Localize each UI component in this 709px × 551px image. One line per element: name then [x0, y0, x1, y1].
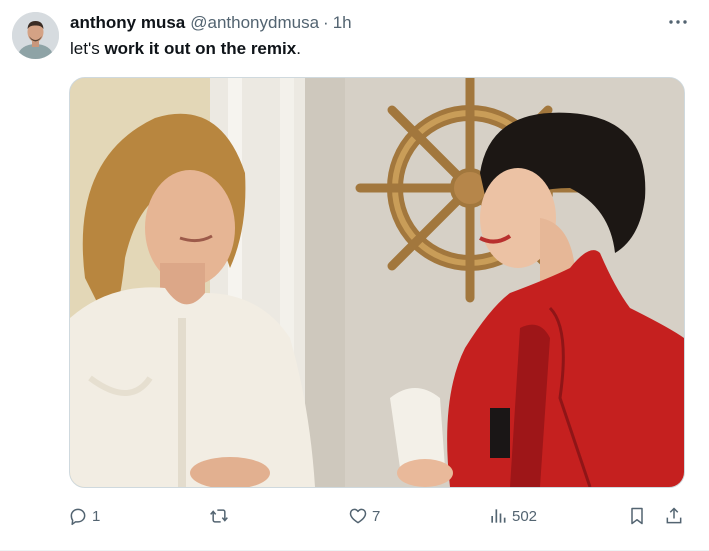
- photo-scene: [70, 78, 684, 487]
- share-icon: [664, 506, 684, 526]
- more-button[interactable]: [665, 12, 691, 32]
- reply-button[interactable]: 1: [68, 504, 100, 528]
- display-name[interactable]: anthony musa: [70, 13, 185, 33]
- tweet-text: let's work it out on the remix.: [70, 39, 301, 59]
- like-count: 7: [372, 507, 381, 525]
- views-icon: [488, 506, 508, 526]
- share-button[interactable]: [664, 504, 684, 528]
- tweet-header: anthony musa @anthonydmusa · 1h: [70, 13, 352, 35]
- tweet: anthony musa @anthonydmusa · 1h let's wo…: [0, 0, 709, 551]
- tweet-actions: 1 7 502: [0, 500, 709, 532]
- timestamp[interactable]: 1h: [333, 13, 352, 33]
- reply-icon: [68, 506, 88, 526]
- tweet-text-bold: work it out on the remix: [104, 39, 297, 58]
- more-icon: [669, 20, 687, 24]
- retweet-button[interactable]: [208, 504, 234, 528]
- views-count: 502: [512, 507, 538, 525]
- bookmark-icon: [627, 506, 647, 526]
- tweet-photo[interactable]: [69, 77, 685, 488]
- heart-icon: [348, 506, 368, 526]
- avatar[interactable]: [12, 12, 59, 59]
- bookmark-button[interactable]: [627, 504, 647, 528]
- user-handle[interactable]: @anthonydmusa: [190, 13, 319, 33]
- avatar-image: [12, 12, 59, 59]
- separator-dot: ·: [323, 13, 329, 32]
- tweet-text-suffix: .: [296, 39, 301, 58]
- retweet-icon: [208, 506, 230, 526]
- reply-count: 1: [92, 507, 101, 525]
- views-button[interactable]: 502: [488, 504, 537, 528]
- like-button[interactable]: 7: [348, 504, 380, 528]
- tweet-text-prefix: let's: [70, 39, 105, 58]
